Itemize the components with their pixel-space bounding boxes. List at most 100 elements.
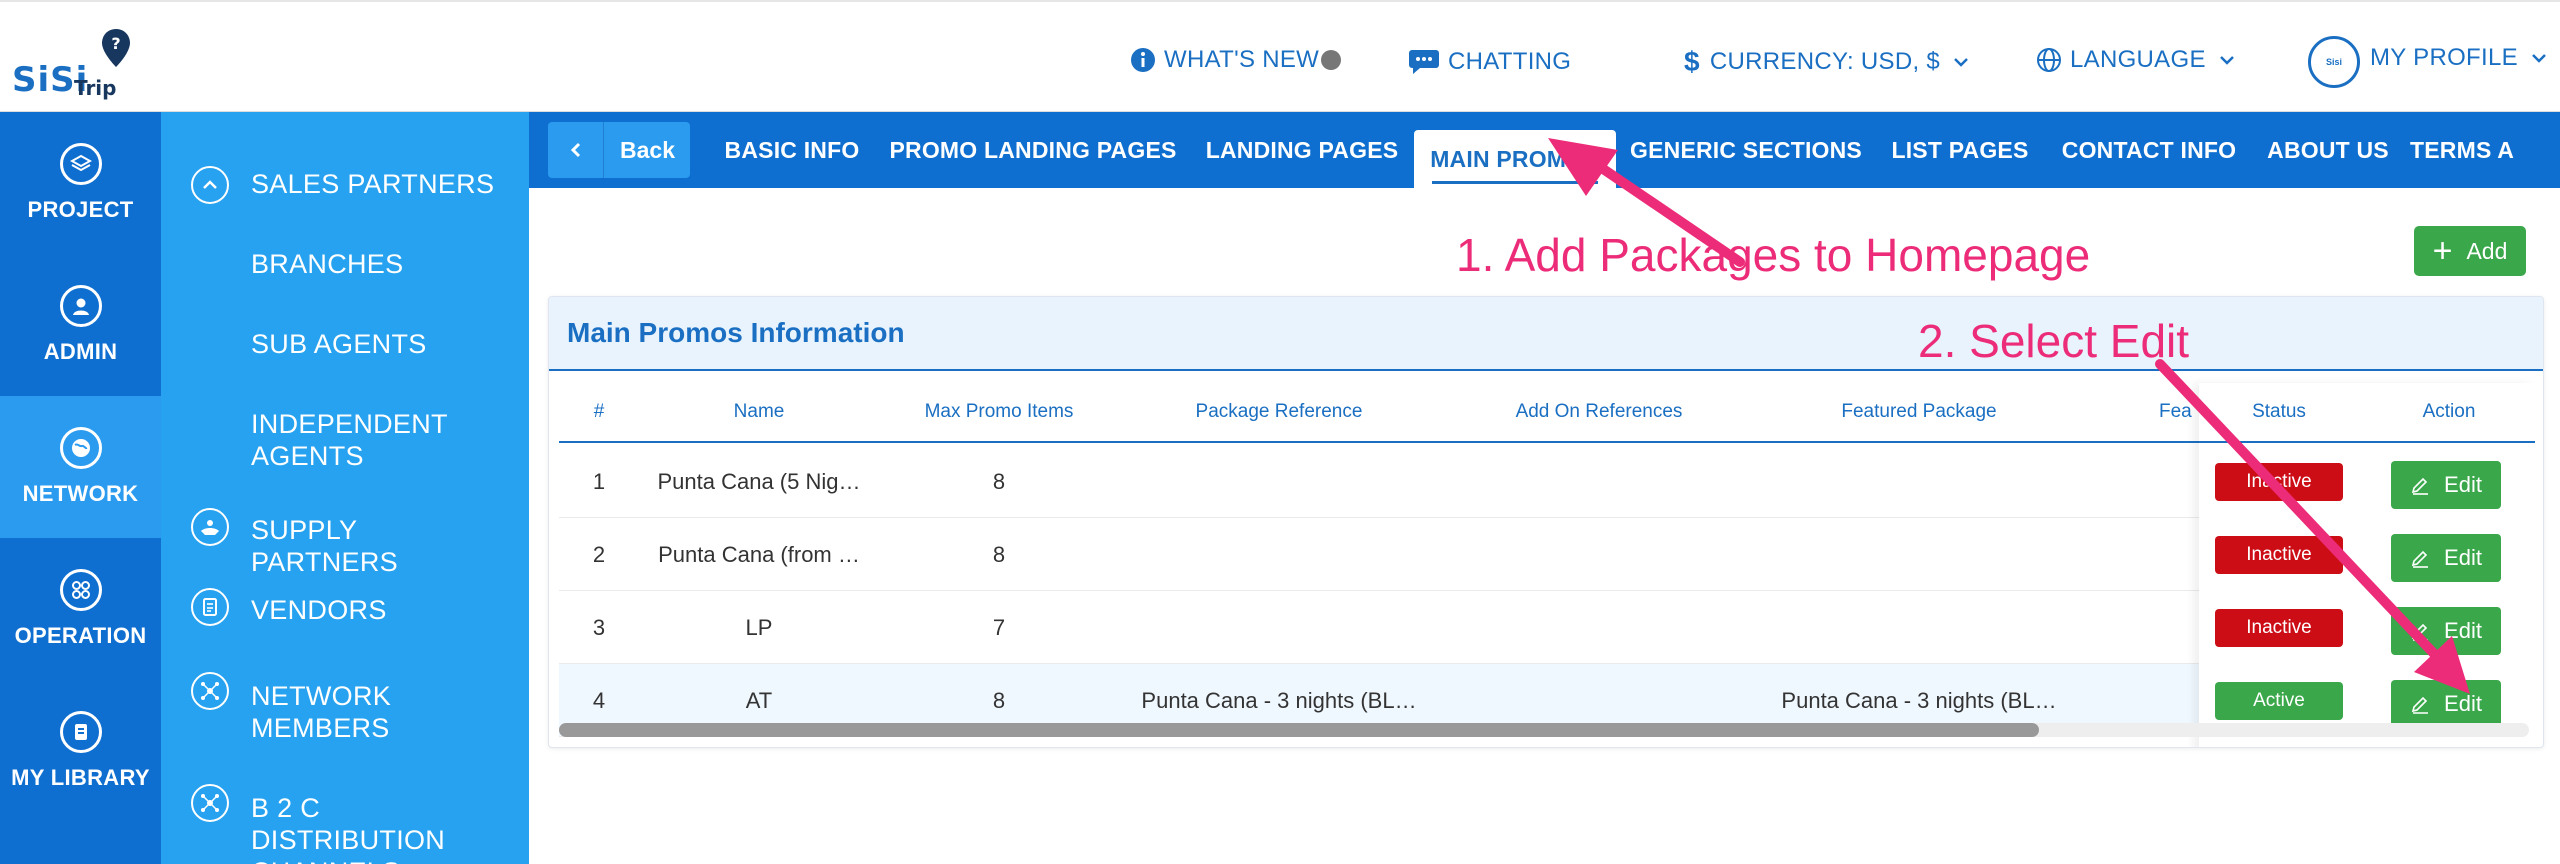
edit-label: Edit	[2444, 691, 2482, 716]
tab-promo-landing-pages[interactable]: PROMO LANDING PAGES	[880, 112, 1186, 188]
cell-package-ref: Punta Cana - 3 nights (BL…	[1141, 688, 1417, 713]
sidebar-item-my-library[interactable]: MY LIBRARY	[0, 680, 161, 822]
main-sidebar: PROJECT ADMIN NETWORK OPERATION MY LIBRA…	[0, 112, 161, 864]
currency-dropdown[interactable]: $ CURRENCY: USD, $	[1684, 46, 1976, 78]
horizontal-scrollbar[interactable]	[559, 723, 2529, 737]
edit-button[interactable]: Edit	[2391, 534, 2501, 582]
library-icon	[59, 711, 102, 753]
cell-max: 8	[992, 688, 1006, 713]
avatar-text: Sisi	[2325, 57, 2342, 67]
cell-name: Punta Cana (5 Nig…	[657, 469, 861, 494]
dollar-icon: $	[1684, 46, 1700, 77]
svg-text:?: ?	[111, 34, 120, 53]
col-package-reference: Package Reference	[1195, 401, 1363, 422]
pencil-icon	[2411, 550, 2429, 568]
subnav-label: SUPPLY PARTNERS	[251, 515, 398, 577]
subnav-label: VENDORS	[251, 595, 387, 625]
brand-sub: Trip	[74, 76, 117, 100]
whats-new-label: WHAT'S NEW	[1164, 46, 1320, 73]
cell-max: 8	[992, 469, 1006, 494]
whats-new-link[interactable]: WHAT'S NEW	[1130, 46, 1342, 74]
cell-max: 7	[992, 615, 1006, 640]
language-dropdown[interactable]: LANGUAGE	[2036, 46, 2242, 74]
cell-name: LP	[745, 615, 773, 640]
subnav-label: BRANCHES	[251, 249, 404, 279]
currency-label: CURRENCY: USD, $	[1709, 48, 1941, 75]
subnav-label: B 2 C DISTRIBUTION CHANNELS	[251, 793, 446, 864]
tab-generic-sections[interactable]: GENERIC SECTIONS	[1626, 112, 1866, 188]
cell-name: Punta Cana (from …	[658, 542, 860, 567]
col-name: Name	[733, 401, 785, 422]
sidebar-label: NETWORK	[22, 481, 139, 506]
my-profile-dropdown[interactable]: MY PROFILE	[2370, 44, 2554, 72]
edit-label: Edit	[2444, 472, 2482, 497]
back-button[interactable]: Back	[548, 122, 690, 178]
handshake-icon	[191, 508, 229, 546]
pencil-icon	[2411, 623, 2429, 641]
cell-number: 1	[592, 469, 606, 494]
grid-icon	[59, 569, 102, 611]
cell-number: 2	[592, 542, 606, 567]
edit-label: Edit	[2444, 618, 2482, 643]
plus-icon: +	[2432, 232, 2453, 270]
profile-label: MY PROFILE	[2370, 44, 2518, 71]
sidebar-item-admin[interactable]: ADMIN	[0, 254, 161, 396]
sidebar-item-network[interactable]: NETWORK	[0, 396, 161, 538]
sidebar-label: OPERATION	[14, 623, 147, 648]
fixed-header: Status Action	[2199, 383, 2535, 443]
sub-sidebar: SALES PARTNERS BRANCHES SUB AGENTS INDEP…	[161, 112, 529, 864]
tab-list-pages[interactable]: LIST PAGES	[1884, 112, 2036, 188]
app-root: ? SiSi Trip WHAT'S NEW CHATTING $ CURREN…	[0, 0, 2560, 864]
scrollbar-thumb[interactable]	[559, 723, 2039, 737]
chatting-link[interactable]: CHATTING	[1408, 48, 1571, 76]
col-status: Status	[2252, 401, 2306, 422]
sidebar-item-operation[interactable]: OPERATION	[0, 538, 161, 680]
chevron-down-icon	[2532, 54, 2546, 63]
tab-landing-pages[interactable]: LANDING PAGES	[1196, 112, 1408, 188]
globe-icon	[2037, 48, 2061, 72]
add-button[interactable]: + Add	[2414, 226, 2526, 276]
cell-featured: Punta Cana - 3 nights (BL…	[1781, 688, 2057, 713]
tab-terms[interactable]: TERMS A	[2410, 112, 2538, 188]
cell-number: 3	[592, 615, 606, 640]
globe-icon	[59, 427, 102, 469]
col-max-promo-items: Max Promo Items	[924, 401, 1074, 422]
tab-basic-info[interactable]: BASIC INFO	[712, 112, 872, 188]
chatting-label: CHATTING	[1448, 48, 1572, 75]
edit-button[interactable]: Edit	[2391, 461, 2501, 509]
status-badge: Inactive	[2215, 609, 2343, 647]
chevron-up-icon	[191, 166, 229, 204]
pencil-icon	[2411, 696, 2429, 714]
fixed-status-action-columns: Status Action Inactive Edit Inactive Edi…	[2199, 383, 2535, 747]
location-pin-icon: ?	[102, 29, 130, 67]
status-badge: Active	[2215, 682, 2343, 720]
back-label: Back	[620, 136, 675, 163]
active-tab-underline	[1432, 181, 1598, 184]
tab-about-us[interactable]: ABOUT US	[2262, 112, 2394, 188]
sidebar-label: ADMIN	[43, 339, 118, 364]
chevron-left-icon	[548, 122, 604, 178]
col-action: Action	[2422, 401, 2476, 422]
sidebar-label: MY LIBRARY	[11, 765, 150, 790]
sisi-trip-logo[interactable]: ? SiSi Trip	[12, 26, 132, 100]
subnav-label: SUB AGENTS	[251, 329, 427, 359]
edit-button[interactable]: Edit	[2391, 680, 2501, 728]
user-icon	[59, 285, 102, 327]
tab-main-promos[interactable]: MAIN PROMOS	[1414, 130, 1616, 188]
edit-label: Edit	[2444, 545, 2482, 570]
avatar[interactable]: Sisi	[2308, 36, 2360, 88]
chevron-down-icon	[2219, 56, 2234, 65]
col-add-on-references: Add On References	[1515, 401, 1683, 422]
col-number: #	[593, 401, 605, 422]
col-featured-package: Featured Package	[1841, 401, 1997, 422]
sidebar-item-project[interactable]: PROJECT	[0, 112, 161, 254]
edit-button[interactable]: Edit	[2391, 607, 2501, 655]
language-label: LANGUAGE	[2070, 46, 2206, 73]
tab-contact-info[interactable]: CONTACT INFO	[2054, 112, 2244, 188]
status-badge: Inactive	[2215, 536, 2343, 574]
tab-main-promos-label: MAIN PROMOS	[1430, 145, 1600, 172]
sidebar-label: PROJECT	[27, 197, 134, 222]
network-icon	[191, 672, 229, 710]
cell-number: 4	[592, 688, 606, 713]
subnav-label: SALES PARTNERS	[251, 169, 495, 199]
